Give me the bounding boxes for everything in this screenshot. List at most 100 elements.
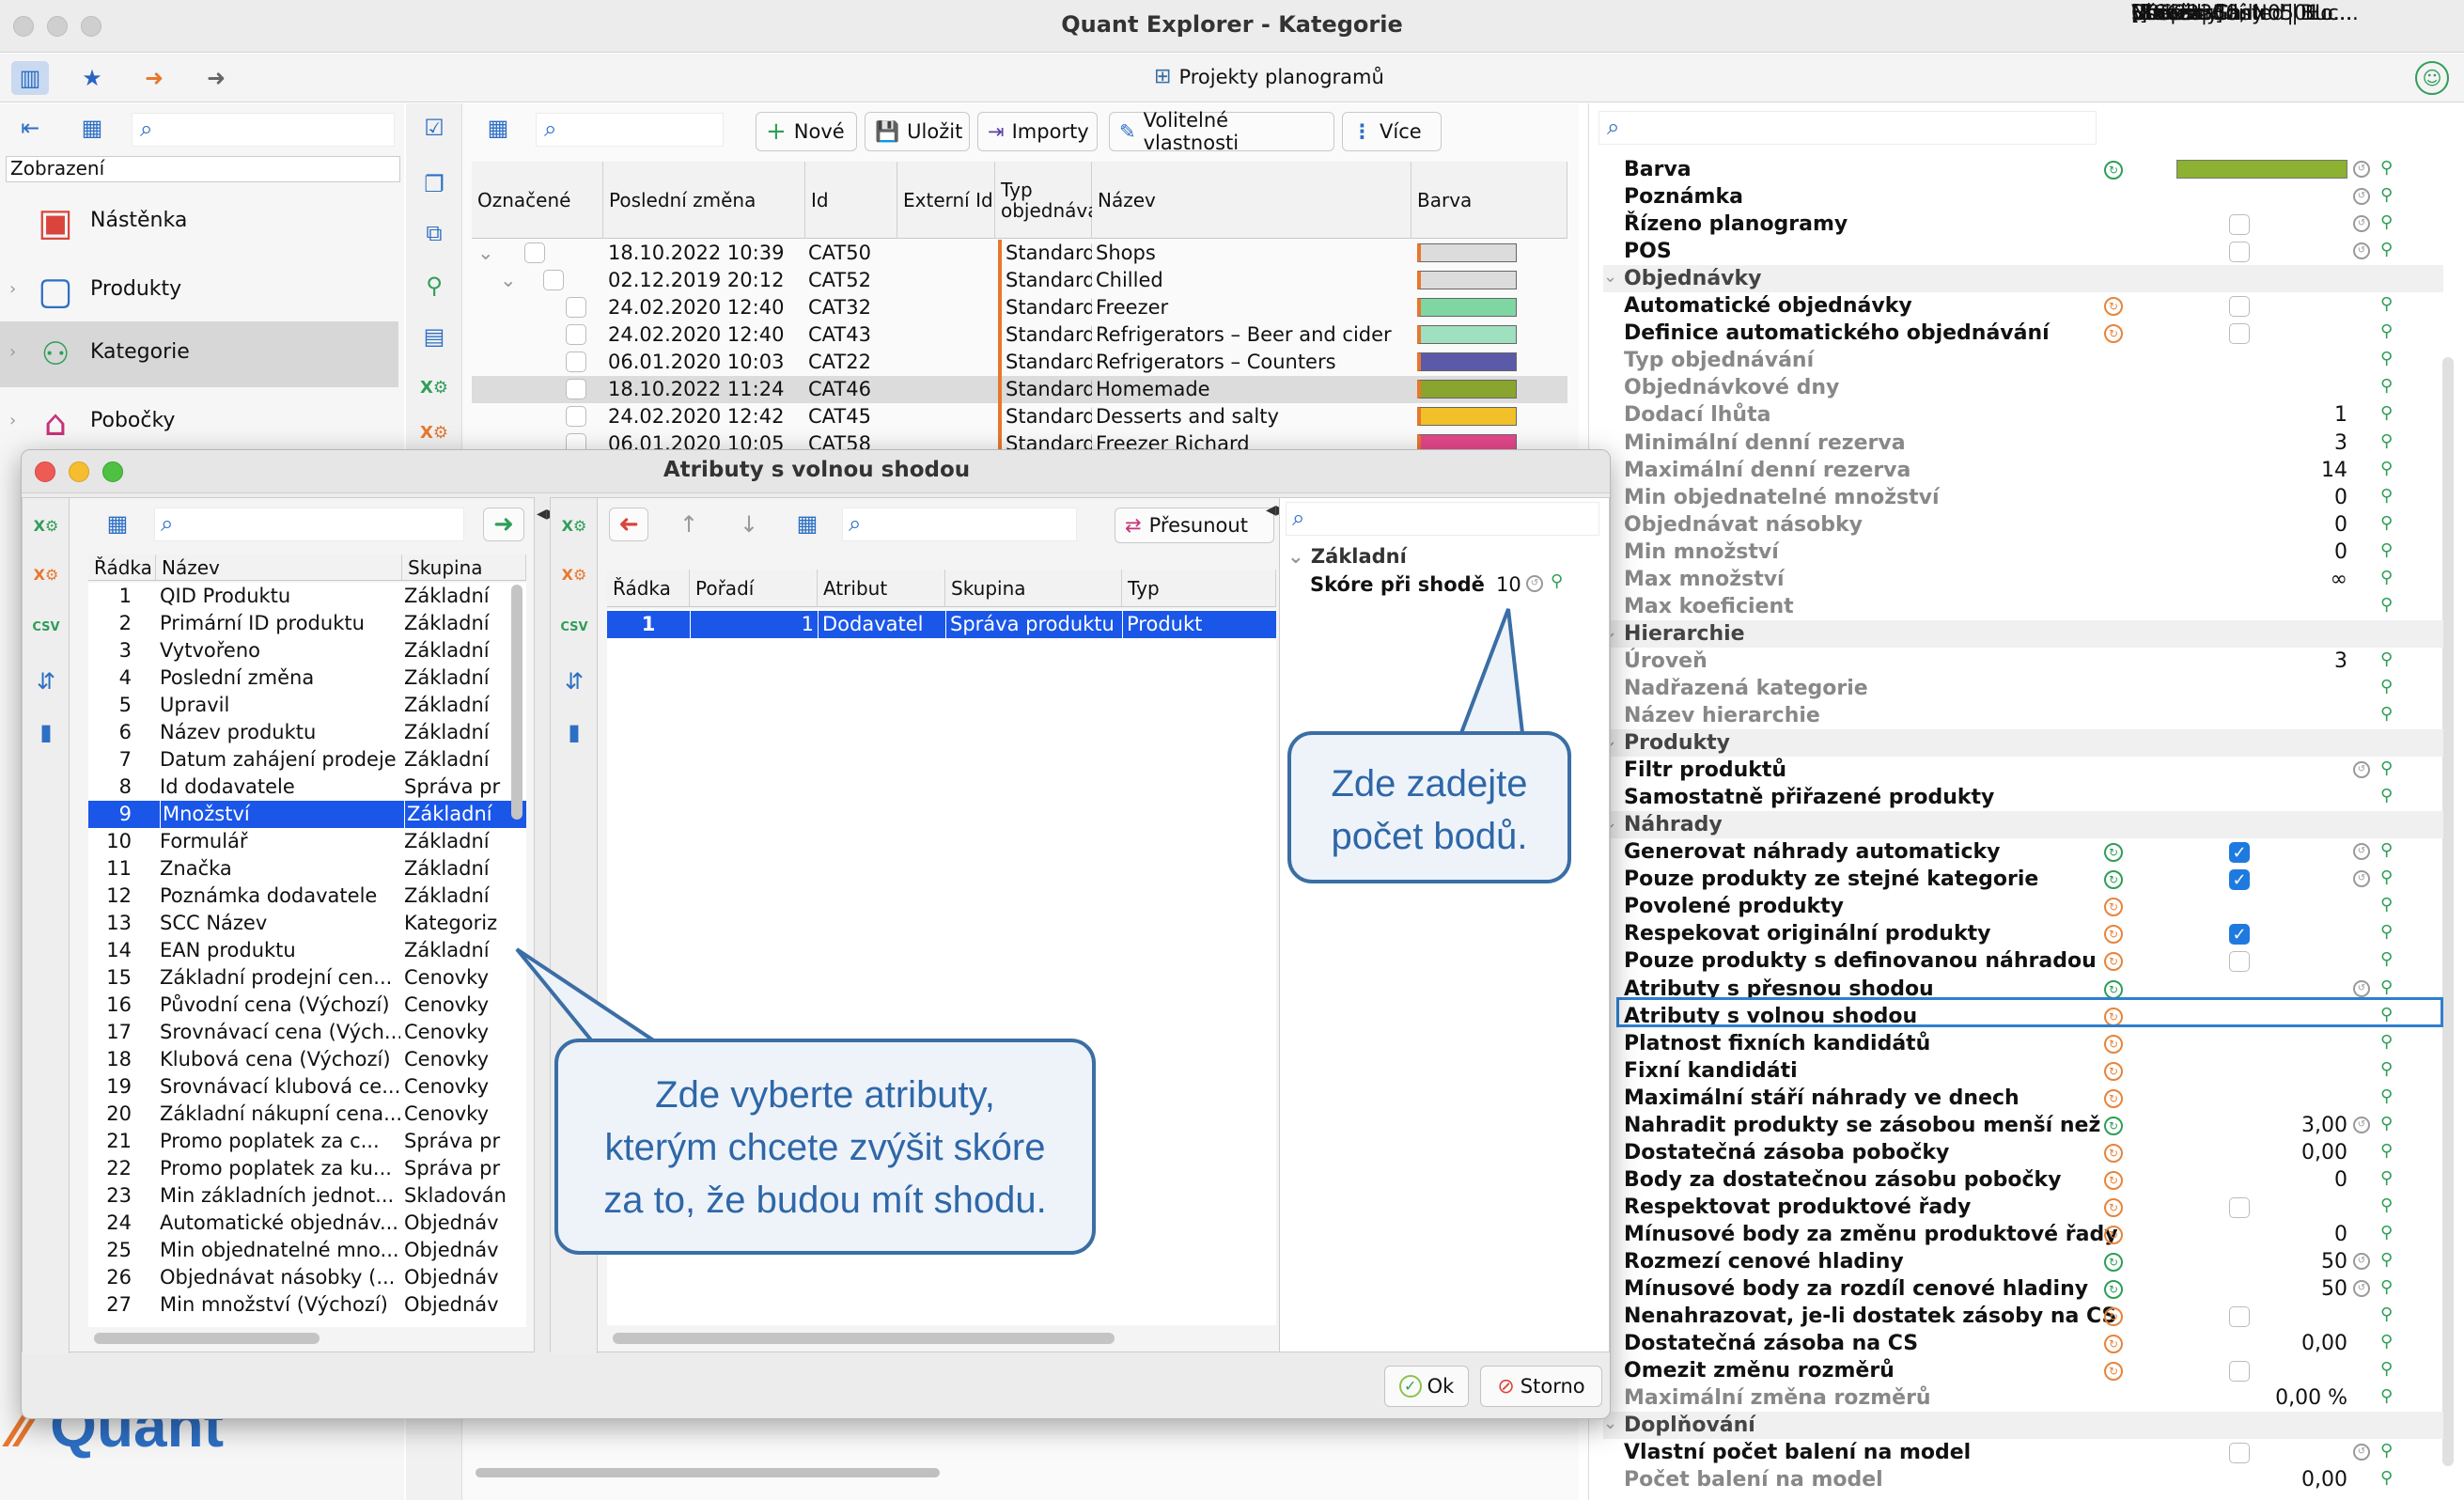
pin-icon[interactable]: ⚲ [2380,1468,2393,1488]
pin-icon[interactable]: ⚲ [2380,212,2393,232]
pin-icon[interactable]: ⚲ [2380,321,2393,341]
save-button[interactable]: 💾 Uložit [865,112,970,151]
pin-icon[interactable]: ⚲ [2380,185,2393,205]
column-header[interactable]: Skupina [945,570,1122,607]
left-grid-scrollbar[interactable] [511,585,522,820]
csv-export-icon[interactable]: CSV [30,611,62,643]
grid-view-icon[interactable]: ▦ [75,113,109,143]
excel-export-icon[interactable]: X⚙ [558,511,590,539]
move-button[interactable]: ⇄ Přesunout [1115,508,1274,543]
property-number[interactable]: 0 [2133,539,2347,566]
table-row[interactable]: ⌄ 18.10.2022 10:39 CAT50 StandardníShops [472,240,1567,267]
property-checkbox[interactable]: ✓ [2229,842,2250,864]
more-button[interactable]: ⋮ Více [1342,112,1442,151]
table-row[interactable]: 24.02.2020 12:42 CAT45 StandardníDesserts … [472,403,1567,430]
expand-chevron-icon[interactable]: › [9,342,16,362]
list-item[interactable]: 3 Vytvořeno Základní [88,637,526,664]
property-number[interactable]: 0 [2133,1166,2347,1194]
pin-icon[interactable]: ⚲ [2380,349,2393,368]
pin-icon[interactable]: ⚲ [2380,1168,2393,1188]
score-on-match-value[interactable]: 10 [1496,573,1521,596]
color-swatch[interactable] [2176,160,2347,179]
reset-icon[interactable]: ↺ [2353,1280,2370,1298]
pin-icon[interactable]: ⚲ [2380,1059,2393,1079]
pin-icon[interactable]: ⚲ [2380,459,2393,478]
pin-icon[interactable]: ⚲ [2380,1359,2393,1379]
property-number[interactable]: 0,00 [2133,1139,2347,1166]
pin-icon[interactable]: ⚲ [2380,1277,2393,1297]
list-item[interactable]: 13 SCC Název Kategoriz [88,910,526,937]
check-list-icon[interactable]: ☑ [419,113,449,143]
excel-import-icon[interactable]: X⚙ [419,417,449,447]
list-item[interactable]: 21 Promo poplatek za c... Správa pr [88,1128,526,1155]
list-item[interactable]: 15 Základní prodejní cen... Cenovky [88,964,526,992]
table-export-icon[interactable]: ⇵ [558,667,590,695]
row-checkbox[interactable] [524,242,545,263]
list-item[interactable]: 14 EAN produktu Základní [88,937,526,964]
pin-icon[interactable]: ⚲ [2380,1114,2393,1133]
score-search-input[interactable]: ⌕ [1286,502,1599,536]
property-number[interactable]: 0,00 % [2133,1384,2347,1412]
reset-icon[interactable]: ↺ [2353,979,2370,997]
row-checkbox[interactable] [543,270,564,290]
pin-icon[interactable]: ⚲ [2380,1223,2393,1242]
column-header[interactable]: Název [156,555,402,581]
list-item[interactable]: 23 Min základních jednot... Skladován [88,1182,526,1210]
pin-icon[interactable]: ⚲ [2380,786,2393,805]
list-item[interactable]: 26 Objednávat násobky (... Objednáv [88,1264,526,1291]
list-item[interactable]: 1 QID Produktu Základní [88,583,526,610]
tree-chevron-icon[interactable]: ⌄ [477,240,494,267]
mid-grid-hscrollbar[interactable] [613,1333,1115,1344]
property-number[interactable]: 50 [2133,1275,2347,1303]
project-selector[interactable]: ⊞ Projekty planogramů [1154,65,1384,88]
nav-item-products[interactable]: › ▢ Produkty [0,258,404,324]
pin-icon[interactable]: ⚲ [2380,486,2393,506]
column-header[interactable]: Atribut [818,570,945,607]
table-row[interactable]: 24.02.2020 12:40 CAT43 StandardníRefrigera… [472,321,1567,349]
table-row[interactable]: 24.02.2020 12:40 CAT32 StandardníFreezer [472,294,1567,321]
list-item[interactable]: 2 Primární ID produktu Základní [88,610,526,637]
collapse-chevron-icon[interactable]: ⌄ [1287,545,1311,568]
list-item[interactable]: 12 Poznámka dodavatele Základní [88,883,526,910]
chart-icon[interactable]: ▮ [30,718,62,746]
excel-export-icon[interactable]: X⚙ [30,511,62,539]
left-grid-hscrollbar[interactable] [94,1333,320,1344]
table-row[interactable]: ⌄ 02.12.2019 20:12 CAT52 StandardníChilled [472,267,1567,294]
expand-chevron-icon[interactable]: › [9,279,16,299]
pin-icon[interactable]: ⚲ [2380,513,2393,533]
pin-icon[interactable]: ⚲ [2380,376,2393,396]
property-number[interactable]: 0,00 [2133,1466,2347,1493]
property-number[interactable]: 3 [2133,430,2347,457]
favorites-star-icon[interactable]: ★ [73,61,111,95]
property-number[interactable]: ∞ [2133,566,2347,593]
pin-icon[interactable]: ⚲ [2380,922,2393,942]
chart-icon[interactable]: ▮ [558,718,590,746]
list-item[interactable]: 17 Srovnávací cena (Vých... Cenovky [88,1019,526,1046]
list-item[interactable]: 27 Min množství (Výchozí) Objednáv [88,1291,526,1319]
list-item[interactable]: 20 Základní nákupní cena... Cenovky [88,1101,526,1128]
property-number[interactable]: 0 [2133,484,2347,511]
column-header[interactable]: Pořadí [690,570,818,607]
property-number[interactable]: 50 [2133,1248,2347,1275]
table-row[interactable]: 18.10.2022 11:24 CAT46 StandardníHomemade [472,376,1567,403]
list-item[interactable]: 4 Poslední změna Základní [88,664,526,692]
pin-icon[interactable]: ⚲ [2380,1250,2393,1270]
pin-icon[interactable]: ⚲ [2380,1032,2393,1052]
optional-properties-button[interactable]: ✎ Volitelné vlastnosti [1109,109,1334,154]
list-item[interactable]: 6 Název produktu Základní [88,719,526,746]
column-header[interactable]: Typ objednávání [995,162,1116,239]
move-down-arrow-icon[interactable]: ↓ [733,508,765,541]
excel-import-icon[interactable]: X⚙ [30,560,62,588]
reset-icon[interactable]: ↺ [2353,1116,2370,1133]
pin-icon[interactable]: ⚲ [2380,758,2393,778]
property-value[interactable]: [] [2131,0,2147,27]
properties-search-input[interactable]: ⌕ [1598,111,2097,145]
pin-icon[interactable]: ⚲ [2380,1086,2393,1106]
move-up-arrow-icon[interactable]: ↑ [673,508,705,541]
pin-icon[interactable]: ⚲ [419,271,449,301]
pin-icon[interactable]: ⚲ [2380,895,2393,914]
property-number[interactable]: 3,00 [2133,1112,2347,1139]
properties-scrollbar[interactable] [2442,357,2454,1466]
table-row[interactable]: 06.01.2020 10:03 CAT22 StandardníRefrigera… [472,349,1567,376]
pin-icon[interactable]: ⚲ [2380,1195,2393,1215]
